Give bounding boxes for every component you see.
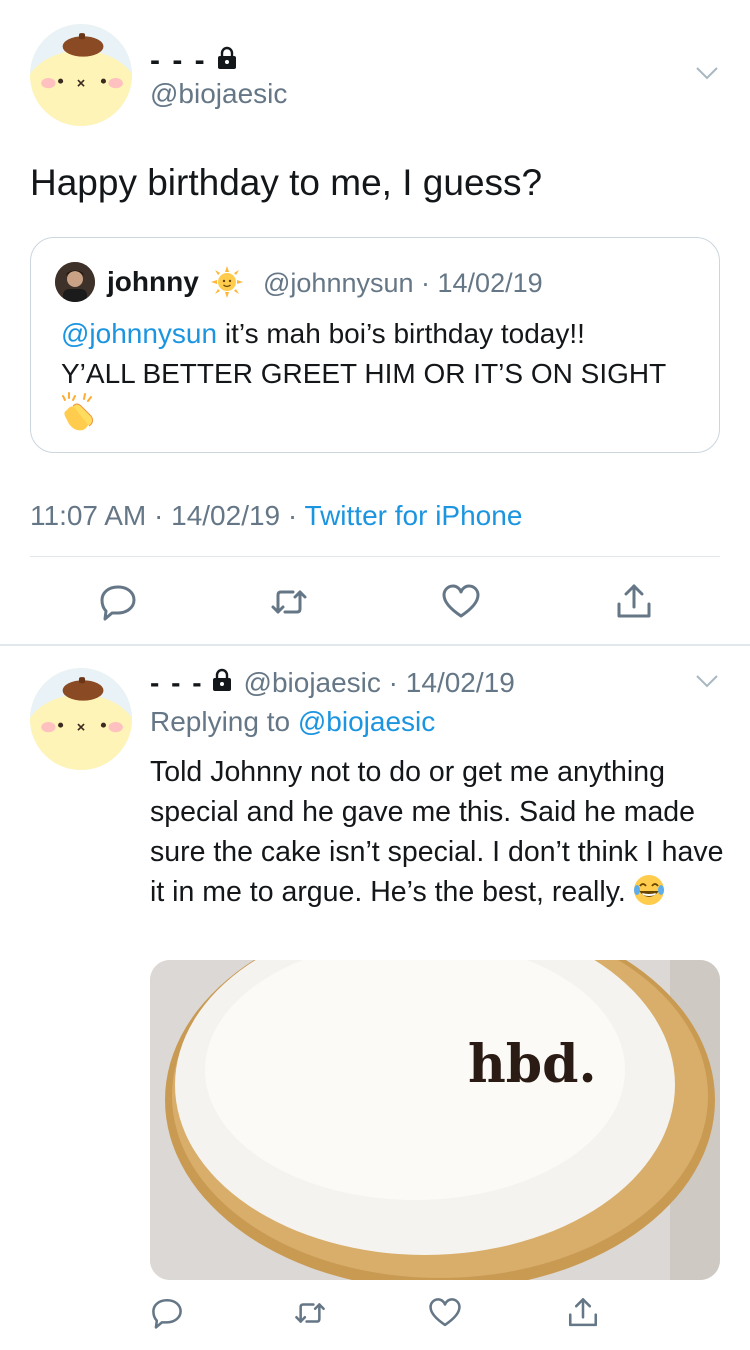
like-icon[interactable] (441, 582, 481, 622)
display-name[interactable]: - - - (150, 44, 237, 78)
quoted-text: @johnnysun it’s mah boi’s birthday today… (61, 314, 701, 394)
retweet-icon[interactable] (269, 582, 309, 622)
lock-icon (212, 667, 232, 699)
share-icon[interactable] (614, 582, 654, 622)
display-name-text: - - - (150, 44, 207, 77)
reply-icon[interactable] (150, 1296, 184, 1330)
reply-icon[interactable] (98, 582, 138, 622)
replying-to: Replying to @biojaesic (150, 706, 435, 738)
cake-writing-text: hbd. (468, 1034, 597, 1095)
quoted-avatar (55, 262, 95, 302)
replying-to-link[interactable]: @biojaesic (298, 706, 435, 737)
quoted-date: 14/02/19 (437, 268, 543, 298)
like-icon[interactable] (428, 1296, 462, 1330)
display-name[interactable]: - - - (150, 667, 204, 699)
tweet-separator (0, 644, 750, 646)
tweet-meta: 11:07 AM · 14/02/19 · Twitter for iPhone (30, 500, 523, 531)
replying-to-label: Replying to (150, 706, 298, 737)
tweet-photo[interactable]: hbd. (150, 960, 720, 1280)
quoted-tweet[interactable]: johnny @johnnysun · 14/02/19 @johnnysun … (30, 237, 720, 453)
quoted-handle: @johnnysun (263, 268, 414, 298)
share-icon[interactable] (566, 1296, 600, 1330)
tweet-text: Happy birthday to me, I guess? (30, 162, 543, 203)
cake-writing: hbd. (468, 1034, 597, 1095)
tweet-time: 11:07 AM (30, 500, 147, 531)
tweet-date: 14/02/19 (171, 500, 281, 531)
sun-emoji-icon (211, 266, 243, 298)
retweet-icon[interactable] (293, 1296, 327, 1330)
handle[interactable]: @biojaesic (244, 667, 381, 699)
tweet-text: Told Johnny not to do or get me anything… (150, 752, 725, 912)
clap-emoji-icon (57, 390, 99, 432)
quoted-text-line2: Y’ALL BETTER GREET HIM OR IT’S ON SIGHT (61, 358, 667, 389)
laugh-emoji-icon (632, 873, 666, 907)
quoted-name: johnny (107, 266, 199, 297)
tweet-source-link[interactable]: Twitter for iPhone (305, 500, 523, 531)
handle[interactable]: @biojaesic (150, 78, 287, 110)
divider (30, 556, 720, 557)
chevron-down-icon[interactable] (694, 60, 720, 86)
avatar[interactable] (30, 668, 132, 770)
lock-icon (217, 44, 237, 78)
reply-header: - - - @biojaesic · 14/02/19 (150, 667, 515, 699)
tweet-date: 14/02/19 (405, 667, 515, 698)
quoted-text-line1: it’s mah boi’s birthday today!! (217, 318, 585, 349)
avatar[interactable] (30, 24, 132, 126)
quoted-meta: @johnnysun · 14/02/19 (263, 268, 543, 298)
mention-link[interactable]: @johnnysun (61, 318, 217, 349)
chevron-down-icon[interactable] (694, 668, 720, 694)
